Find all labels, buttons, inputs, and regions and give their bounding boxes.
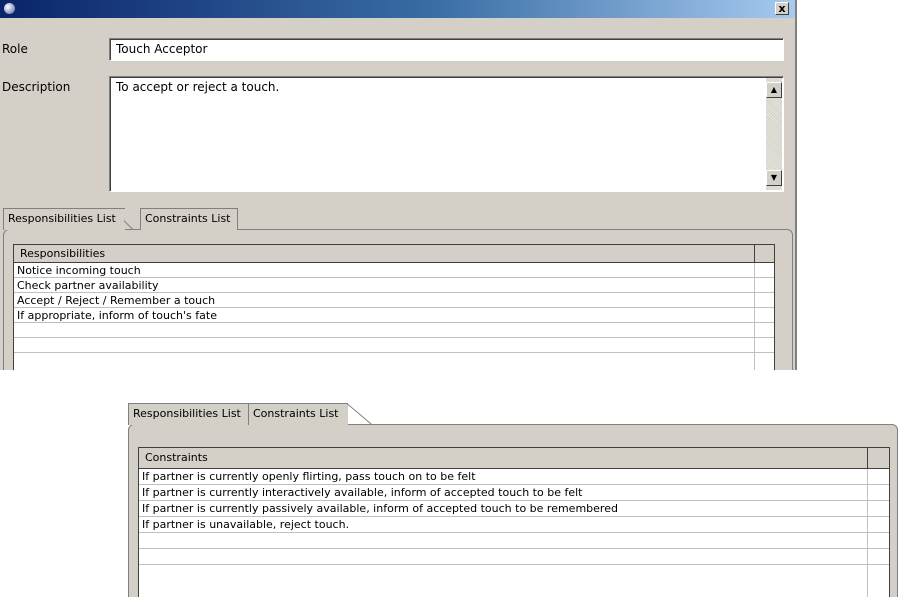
- title-bar[interactable]: x: [0, 0, 795, 18]
- scroll-up-icon[interactable]: ▲: [766, 82, 782, 98]
- table-row[interactable]: [14, 323, 774, 338]
- description-field[interactable]: To accept or reject a touch. ▲ ▼: [109, 76, 784, 192]
- tab-constraints-list[interactable]: Constraints List: [140, 208, 238, 230]
- description-label: Description: [2, 80, 71, 94]
- description-text: To accept or reject a touch.: [116, 80, 280, 94]
- table-row[interactable]: [14, 338, 774, 353]
- role-editor-window: x Role Touch Acceptor Description To acc…: [0, 0, 797, 370]
- responsibilities-table: Responsibilities Notice incoming touch C…: [13, 244, 775, 370]
- column-divider: [867, 469, 868, 597]
- table-row[interactable]: If partner is currently passively availa…: [139, 501, 889, 517]
- column-divider: [754, 245, 755, 262]
- table-row[interactable]: If appropriate, inform of touch's fate: [14, 308, 774, 323]
- close-button[interactable]: x: [775, 2, 789, 15]
- table-row[interactable]: If partner is currently openly flirting,…: [139, 469, 889, 485]
- column-divider: [754, 263, 755, 370]
- tab-responsibilities-list[interactable]: Responsibilities List: [3, 208, 125, 230]
- column-header-constraints[interactable]: Constraints: [139, 448, 214, 468]
- constraints-view: Responsibilities List Constraints List C…: [128, 402, 900, 597]
- table-row[interactable]: [139, 549, 889, 565]
- tab-constraints-list[interactable]: Constraints List: [248, 403, 348, 425]
- table-row[interactable]: Check partner availability: [14, 278, 774, 293]
- column-header-responsibilities[interactable]: Responsibilities: [14, 245, 111, 262]
- constraints-table: Constraints If partner is currently open…: [138, 447, 890, 597]
- scroll-down-icon[interactable]: ▼: [766, 170, 782, 186]
- description-scrollbar[interactable]: ▲ ▼: [766, 78, 782, 190]
- role-label: Role: [2, 42, 28, 56]
- tab-slant: [347, 403, 373, 425]
- table-row[interactable]: Accept / Reject / Remember a touch: [14, 293, 774, 308]
- table-row[interactable]: Notice incoming touch: [14, 263, 774, 278]
- table-row[interactable]: [139, 533, 889, 549]
- table-header: Responsibilities: [14, 245, 774, 263]
- table-header: Constraints: [139, 448, 889, 469]
- app-icon: [4, 3, 15, 14]
- table-row[interactable]: If partner is unavailable, reject touch.: [139, 517, 889, 533]
- column-divider: [867, 448, 868, 468]
- tab-responsibilities-list[interactable]: Responsibilities List: [128, 403, 249, 425]
- table-row[interactable]: If partner is currently interactively av…: [139, 485, 889, 501]
- role-field[interactable]: Touch Acceptor: [109, 38, 784, 61]
